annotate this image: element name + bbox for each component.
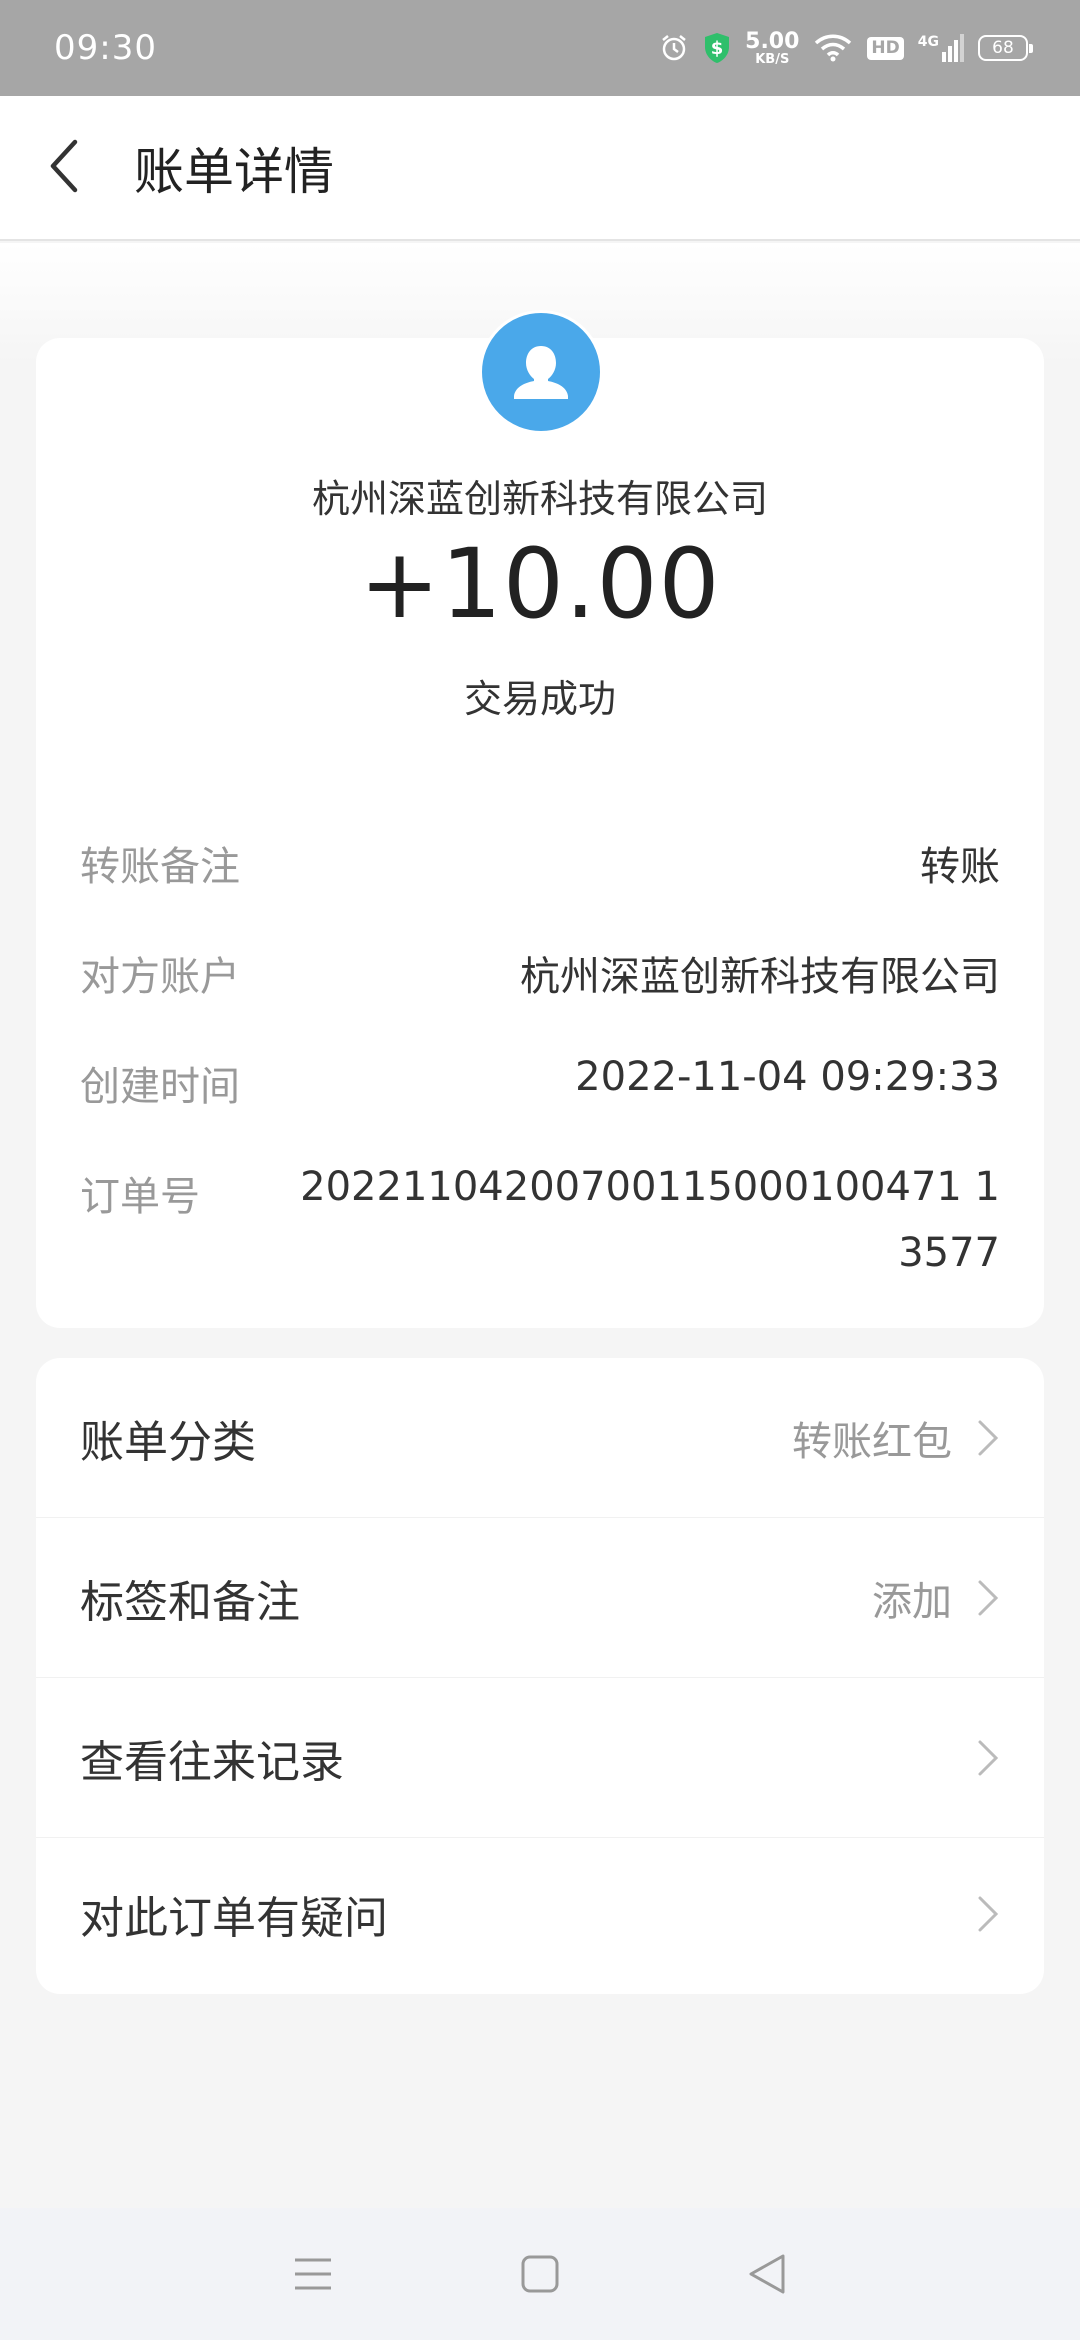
chevron-left-icon: [45, 136, 85, 200]
transaction-detail-card: 杭州深蓝创新科技有限公司 +10.00 交易成功 转账备注 转账 对方账户 杭州…: [36, 310, 1044, 1328]
chevron-right-icon: [976, 1418, 1000, 1458]
detail-value: 转账: [920, 844, 1000, 890]
action-label: 查看往来记录: [80, 1736, 344, 1788]
signal-icon: 4G: [918, 34, 964, 62]
nav-bar: 账单详情: [0, 96, 1080, 241]
page-title: 账单详情: [134, 142, 334, 201]
menu-icon[interactable]: [268, 2229, 358, 2319]
battery-icon: 68: [978, 35, 1033, 61]
action-label: 对此订单有疑问: [80, 1893, 388, 1944]
user-avatar-icon: [479, 310, 603, 434]
view-history-row[interactable]: 查看往来记录: [36, 1678, 1044, 1838]
system-nav-bar: [0, 2208, 1080, 2340]
network-type: 4G: [917, 34, 939, 50]
detail-row-order-number: 订单号 20221104200700115000100471 13577: [80, 1164, 1000, 1286]
action-value: 添加: [872, 1578, 952, 1625]
detail-row-counterparty: 对方账户 杭州深蓝创新科技有限公司: [80, 944, 1000, 1002]
detail-value: 杭州深蓝创新科技有限公司: [520, 954, 1000, 1000]
action-label: 标签和备注: [80, 1576, 300, 1628]
payee-name: 杭州深蓝创新科技有限公司: [311, 477, 768, 521]
order-number-value: 20221104200700115000100471 13577: [300, 1164, 1000, 1276]
bill-category-row[interactable]: 账单分类 转账红包: [36, 1358, 1044, 1518]
chevron-right-icon: [976, 1894, 1000, 1934]
action-label: 账单分类: [80, 1416, 256, 1468]
alarm-icon: [659, 33, 689, 63]
back-button[interactable]: [0, 95, 130, 240]
speed-unit: KB/S: [755, 51, 790, 67]
home-icon[interactable]: [495, 2229, 585, 2319]
svg-text:$: $: [711, 38, 724, 59]
detail-label: 对方账户: [80, 954, 240, 1000]
action-value: 转账红包: [792, 1418, 952, 1465]
tags-remarks-row[interactable]: 标签和备注 添加: [36, 1518, 1044, 1678]
hd-badge: HD: [867, 36, 904, 60]
transaction-amount: +10.00: [359, 528, 721, 640]
status-time: 09:30: [54, 28, 157, 68]
detail-row-created-time: 创建时间 2022-11-04 09:29:33: [80, 1054, 1000, 1112]
status-bar: 09:30 $ 5.00 KB/S HD 4G 68: [0, 0, 1080, 96]
network-speed: 5.00 KB/S: [745, 28, 800, 67]
transaction-status: 交易成功: [463, 677, 616, 721]
shield-icon: $: [703, 31, 731, 65]
detail-label: 转账备注: [80, 844, 240, 890]
order-question-row[interactable]: 对此订单有疑问: [36, 1834, 1044, 1994]
detail-label: 创建时间: [80, 1064, 240, 1110]
speed-value: 5.00: [745, 28, 800, 54]
back-triangle-icon[interactable]: [722, 2229, 812, 2319]
actions-card: 账单分类 转账红包 标签和备注 添加 查看往来记录 对此订单有疑问: [36, 1358, 1044, 1994]
chevron-right-icon: [976, 1578, 1000, 1618]
detail-row-remark: 转账备注 转账: [80, 834, 1000, 892]
wifi-icon: [813, 33, 853, 63]
detail-label: 订单号: [80, 1174, 200, 1220]
chevron-right-icon: [976, 1738, 1000, 1778]
detail-value: 2022-11-04 09:29:33: [575, 1054, 1000, 1100]
status-icons: $ 5.00 KB/S HD 4G 68: [659, 28, 1033, 67]
